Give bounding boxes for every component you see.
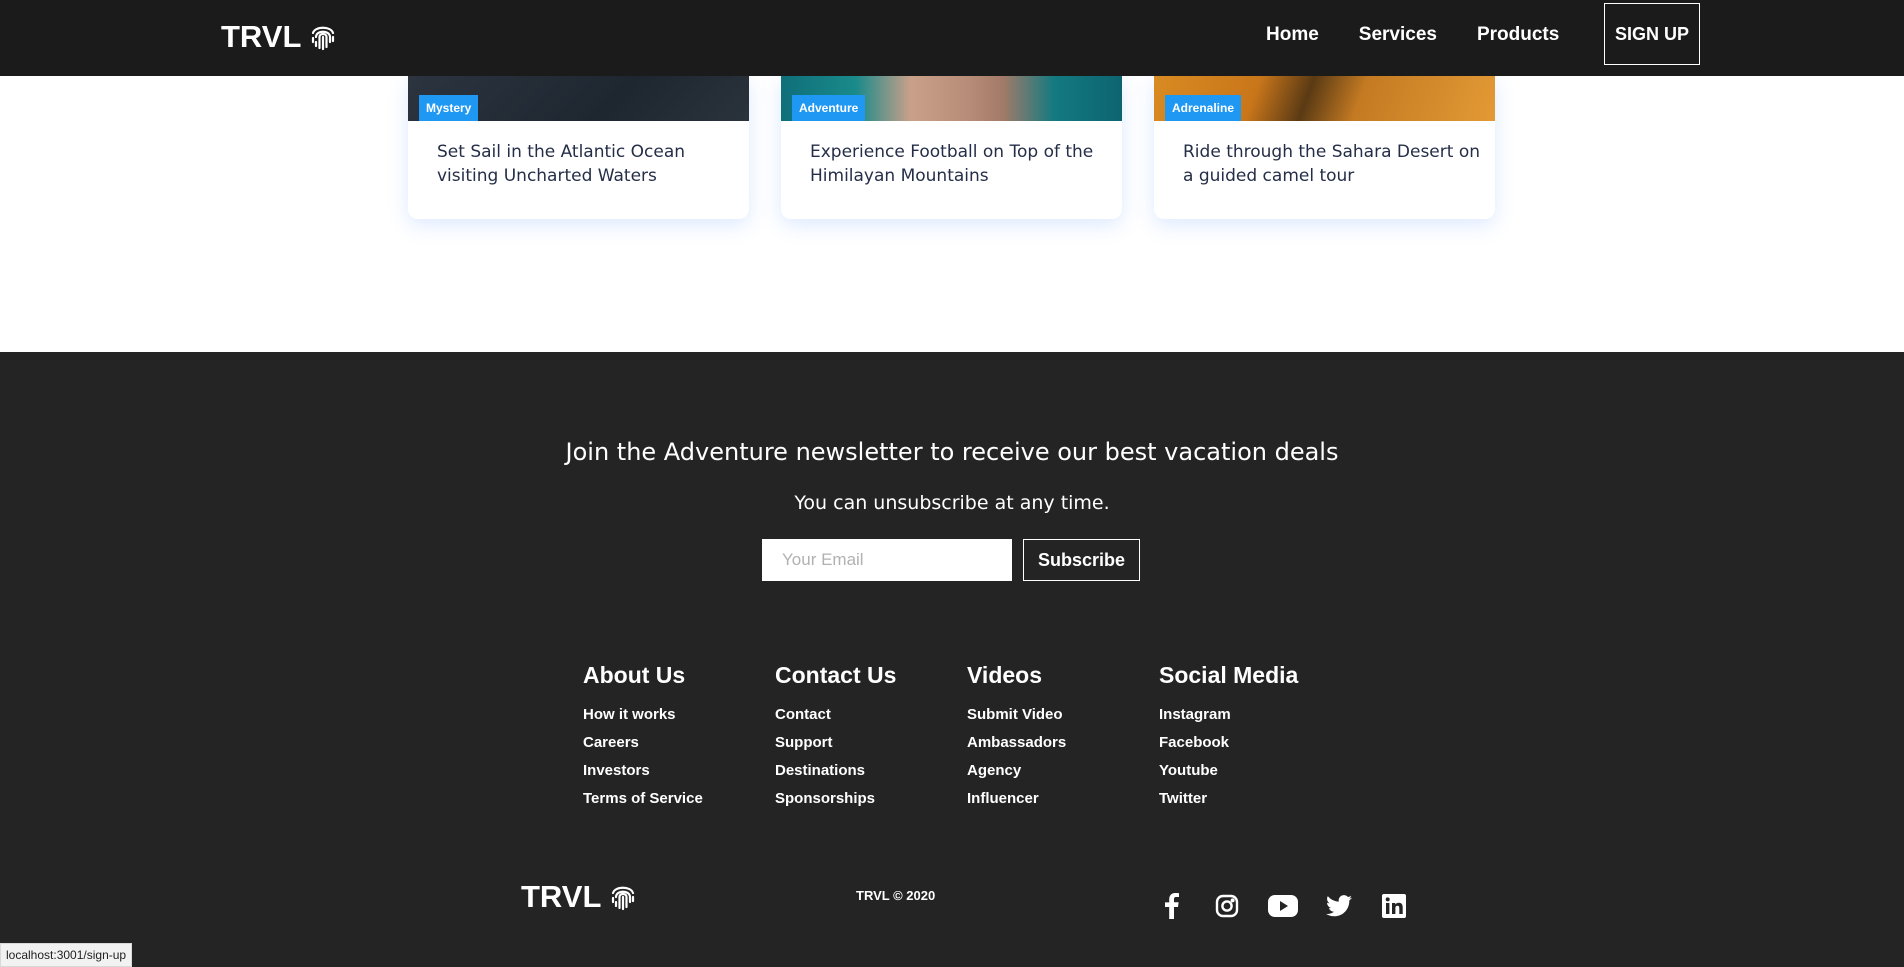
instagram-icon[interactable] [1213, 892, 1241, 920]
footer-link[interactable]: Instagram [1159, 701, 1298, 729]
card-image: Adrenaline [1154, 76, 1495, 121]
footer-logo[interactable]: TRVL [521, 879, 639, 915]
footer-link[interactable]: How it works [583, 701, 703, 729]
footer-link[interactable]: Influencer [967, 785, 1066, 813]
footer-link[interactable]: Facebook [1159, 729, 1298, 757]
facebook-icon[interactable] [1158, 892, 1186, 920]
social-icons [1158, 892, 1435, 920]
card-badge: Mystery [419, 95, 479, 121]
footer-link[interactable]: Ambassadors [967, 729, 1066, 757]
footer-link[interactable]: Terms of Service [583, 785, 703, 813]
footer-col-videos: Videos Submit Video Ambassadors Agency I… [967, 662, 1066, 813]
footer-link[interactable]: Sponsorships [775, 785, 896, 813]
card-image: Mystery [408, 76, 749, 121]
footer-col-title: Videos [967, 662, 1042, 688]
status-bar-url: localhost:3001/sign-up [0, 943, 133, 967]
footer-col-about: About Us How it works Careers Investors … [583, 662, 703, 813]
card-title: Experience Football on Top of the Himila… [810, 142, 1094, 186]
subscribe-button[interactable]: Subscribe [1023, 539, 1140, 581]
footer-link[interactable]: Investors [583, 757, 703, 785]
fingerprint-icon [607, 881, 639, 913]
nav-products[interactable]: Products [1477, 24, 1559, 46]
footer-link[interactable]: Twitter [1159, 785, 1298, 813]
card-image: Adventure [781, 76, 1122, 121]
footer-col-title: About Us [583, 662, 686, 688]
card-badge: Adrenaline [1165, 95, 1242, 121]
footer-link[interactable]: Contact [775, 701, 896, 729]
footer-col-title: Contact Us [775, 662, 897, 688]
logo-text: TRVL [521, 879, 602, 914]
email-input[interactable] [762, 539, 1012, 581]
nav-services[interactable]: Services [1359, 24, 1437, 46]
footer-link[interactable]: Careers [583, 729, 703, 757]
footer-link[interactable]: Submit Video [967, 701, 1066, 729]
card-adrenaline[interactable]: Adrenaline Ride through the Sahara Deser… [1154, 76, 1495, 219]
nav-links: Home Services Products [1266, 24, 1599, 46]
signup-button[interactable]: SIGN UP [1604, 3, 1700, 65]
linkedin-icon[interactable] [1380, 892, 1408, 920]
footer-link[interactable]: Destinations [775, 757, 896, 785]
copyright: TRVL © 2020 [856, 888, 936, 903]
footer-link[interactable]: Youtube [1159, 757, 1298, 785]
cards-section: Mystery Set Sail in the Atlantic Ocean v… [0, 76, 1904, 352]
youtube-icon[interactable] [1268, 892, 1298, 920]
newsletter-subtext: You can unsubscribe at any time. [794, 492, 1110, 514]
logo-text: TRVL [221, 19, 302, 54]
nav-home[interactable]: Home [1266, 24, 1319, 46]
newsletter-heading: Join the Adventure newsletter to receive… [565, 438, 1339, 466]
footer-col-contact: Contact Us Contact Support Destinations … [775, 662, 896, 813]
card-badge: Adventure [792, 95, 866, 121]
nav-logo[interactable]: TRVL [221, 19, 339, 55]
navbar: TRVL Home Services Products SIGN UP [0, 0, 1904, 76]
footer: Join the Adventure newsletter to receive… [0, 352, 1904, 967]
fingerprint-icon [307, 21, 339, 53]
card-title: Set Sail in the Atlantic Ocean visiting … [437, 142, 686, 186]
card-adventure[interactable]: Adventure Experience Football on Top of … [781, 76, 1122, 219]
footer-link[interactable]: Support [775, 729, 896, 757]
footer-col-title: Social Media [1159, 662, 1299, 688]
card-title: Ride through the Sahara Desert on a guid… [1183, 142, 1481, 186]
footer-link[interactable]: Agency [967, 757, 1066, 785]
card-mystery[interactable]: Mystery Set Sail in the Atlantic Ocean v… [408, 76, 749, 219]
twitter-icon[interactable] [1325, 892, 1353, 920]
footer-col-social: Social Media Instagram Facebook Youtube … [1159, 662, 1298, 813]
